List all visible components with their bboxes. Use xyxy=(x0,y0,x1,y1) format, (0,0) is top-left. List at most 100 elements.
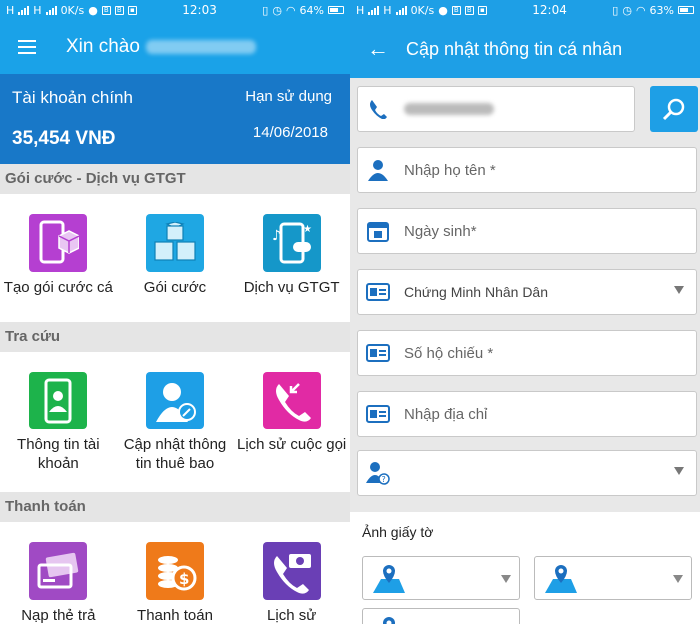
carrier-label-2: H xyxy=(33,3,42,17)
battery-percent: 63% xyxy=(649,3,674,17)
document-photo-back[interactable] xyxy=(534,556,692,600)
network-speed: 0K/s xyxy=(60,3,85,17)
home-screen: H H 0K/s ● B B ▪ 12:03 ▯ ◷ ◠ 64% Xin chà… xyxy=(0,0,350,624)
back-arrow-icon[interactable]: ← xyxy=(350,36,406,62)
notification-icon-2: B xyxy=(464,5,474,15)
birthday-field[interactable]: Ngày sinh* xyxy=(357,208,697,254)
status-bar: H H 0K/s ● B B ▪ 12:04 ▯ ◷ ◠ 63% xyxy=(350,0,700,20)
signal-icon-2 xyxy=(395,5,407,15)
tile-create-package[interactable]: Tạo gói cước cá xyxy=(3,214,113,322)
id-card-icon xyxy=(366,280,390,304)
birthday-placeholder: Ngày sinh* xyxy=(404,222,477,240)
tile-payment[interactable]: $ Thanh toán xyxy=(120,542,230,624)
calendar-icon xyxy=(366,219,390,243)
notification-icon: B xyxy=(451,5,461,15)
battery-icon xyxy=(328,6,344,14)
tile-label: Thông tin tài khoản xyxy=(17,436,100,472)
map-pin-icon xyxy=(383,617,395,624)
svg-text:♪: ♪ xyxy=(272,228,281,244)
phone-icon xyxy=(366,97,390,121)
id-type-select[interactable]: Chứng Minh Nhân Dân xyxy=(357,269,697,315)
tile-account-info[interactable]: Thông tin tài khoản xyxy=(3,372,113,492)
svg-text:$: $ xyxy=(179,570,189,588)
greeting-text: Xin chào xyxy=(66,36,140,57)
tile-label: Nạp thẻ trả xyxy=(21,607,96,624)
passport-placeholder: Số hộ chiếu * xyxy=(404,344,494,362)
full-name-field[interactable]: Nhập họ tên * xyxy=(357,147,697,193)
search-button[interactable] xyxy=(650,86,698,132)
tile-label: Thanh toán xyxy=(137,607,213,624)
status-time: 12:04 xyxy=(532,3,567,17)
update-profile-screen: H H 0K/s ● B B ▪ 12:04 ▯ ◷ ◠ 63% ← Cập n… xyxy=(350,0,700,624)
carrier-label: H xyxy=(6,3,15,17)
svg-text:★: ★ xyxy=(303,224,312,235)
phone-number-field[interactable] xyxy=(357,86,635,132)
document-photo-extra[interactable] xyxy=(362,608,520,624)
map-pin-icon xyxy=(373,565,405,593)
phone-cube-icon xyxy=(29,214,88,272)
tile-call-history[interactable]: Lịch sử cuộc gọi xyxy=(237,372,347,492)
chevron-down-icon xyxy=(674,286,684,294)
chevron-down-icon xyxy=(501,575,511,583)
phone-number-blurred xyxy=(404,103,494,115)
subscriber-number-blurred xyxy=(145,40,256,54)
signal-icon-2 xyxy=(45,5,57,15)
id-type-value: Chứng Minh Nhân Dân xyxy=(404,284,549,300)
signal-icon xyxy=(368,5,380,15)
packages-grid: Tạo gói cước cá Gói cước ♪ ★ Dịch vụ GTGT xyxy=(0,194,350,322)
home-header: Xin chào xyxy=(0,20,350,74)
tile-vas[interactable]: ♪ ★ Dịch vụ GTGT xyxy=(237,214,347,322)
tile-label: Lịch sử xyxy=(267,607,317,624)
id-card-icon xyxy=(366,341,390,365)
wifi-icon: ◠ xyxy=(635,3,646,17)
account-balance: 35,454 VNĐ xyxy=(12,128,116,149)
tile-label: Lịch sử cuộc gọi xyxy=(237,436,347,453)
user-type-select[interactable]: ? xyxy=(357,450,697,496)
payment-history-icon xyxy=(262,542,321,600)
alarm-icon: ◷ xyxy=(622,3,632,17)
account-card: Tài khoản chính 35,454 VNĐ Hạn sử dụng 1… xyxy=(0,74,350,164)
chat-icon: ● xyxy=(438,3,448,17)
chat-icon: ● xyxy=(88,3,98,17)
expiry-date: 14/06/2018 xyxy=(252,124,328,141)
notification-icon-2: B xyxy=(114,5,124,15)
vibrate-icon: ▯ xyxy=(612,3,619,17)
lookup-grid: Thông tin tài khoản Cập nhật thông tin t… xyxy=(0,352,350,492)
section-title-packages: Gói cước - Dịch vụ GTGT xyxy=(0,164,350,194)
search-icon xyxy=(662,98,685,121)
cubes-icon xyxy=(145,214,204,272)
tile-update-subscriber[interactable]: Cập nhật thông tin thuê bao xyxy=(120,372,230,492)
document-photo-section: Ảnh giấy tờ xyxy=(350,512,700,624)
signal-icon xyxy=(18,5,30,15)
section-title-lookup: Tra cứu xyxy=(0,322,350,352)
camera-icon: ▪ xyxy=(477,5,487,15)
alarm-icon: ◷ xyxy=(272,3,282,17)
tile-label: Dịch vụ GTGT xyxy=(243,279,340,296)
payment-grid: Nạp thẻ trả $ Thanh toán Lịch sử xyxy=(0,522,350,624)
coins-icon: $ xyxy=(145,542,204,600)
wifi-icon: ◠ xyxy=(285,3,296,17)
tile-payment-history[interactable]: Lịch sử xyxy=(237,542,347,624)
address-placeholder: Nhập địa chỉ xyxy=(404,405,488,423)
carrier-label: H xyxy=(356,3,365,17)
user-edit-icon xyxy=(145,372,204,429)
media-phone-icon: ♪ ★ xyxy=(262,214,321,272)
tile-topup-card[interactable]: Nạp thẻ trả xyxy=(3,542,113,624)
carrier-label-2: H xyxy=(383,3,392,17)
vibrate-icon: ▯ xyxy=(262,3,269,17)
menu-icon[interactable] xyxy=(18,40,36,54)
address-field[interactable]: Nhập địa chỉ xyxy=(357,391,697,437)
map-pin-icon xyxy=(545,565,577,593)
document-photo-front[interactable] xyxy=(362,556,520,600)
tile-label: Tạo gói cước cá xyxy=(3,279,113,296)
call-history-icon xyxy=(262,372,321,429)
battery-icon xyxy=(678,6,694,14)
passport-field[interactable]: Số hộ chiếu * xyxy=(357,330,697,376)
camera-icon: ▪ xyxy=(127,5,137,15)
section-title-payment: Thanh toán xyxy=(0,492,350,522)
full-name-placeholder: Nhập họ tên * xyxy=(404,161,496,179)
tile-packages[interactable]: Gói cước xyxy=(120,214,230,322)
notification-icon: B xyxy=(101,5,111,15)
chevron-down-icon xyxy=(674,467,684,475)
svg-text:?: ? xyxy=(382,475,386,484)
